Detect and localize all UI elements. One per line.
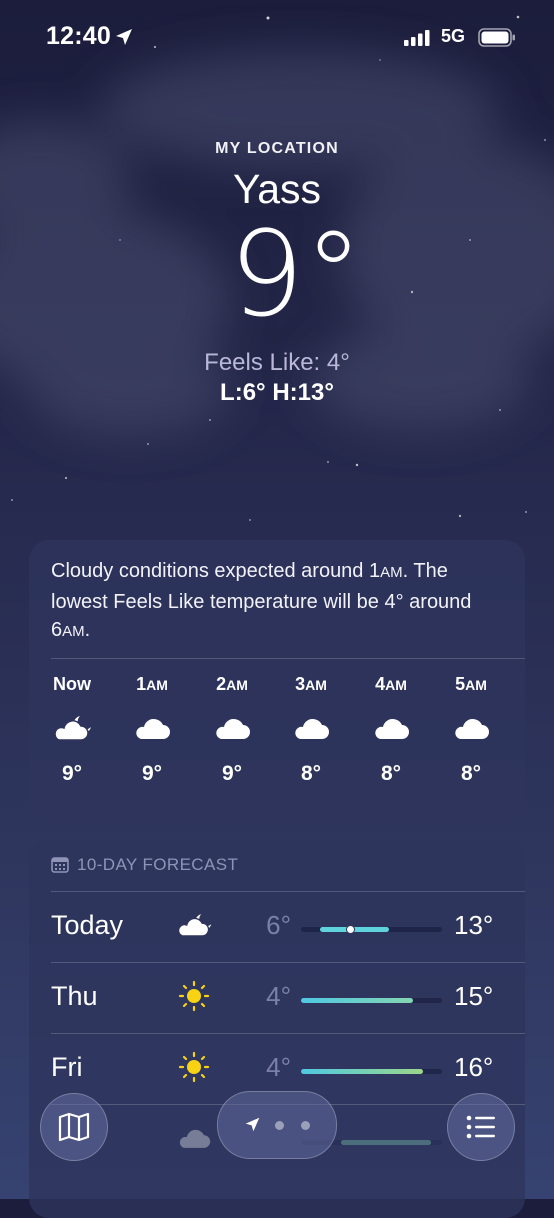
- temperature-range-fill: [341, 1140, 431, 1145]
- list-icon: [466, 1115, 495, 1139]
- weather-header: MY LOCATION Yass 9° Feels Like: 4° L:6° …: [0, 140, 554, 407]
- hour-column: 2AM 9°: [197, 674, 267, 786]
- location-page-indicator[interactable]: [217, 1091, 337, 1159]
- sun-icon: [174, 979, 214, 1013]
- hour-label: 4AM: [356, 674, 426, 698]
- forecast-low: 6°: [266, 910, 291, 940]
- status-bar: 12:40 5G: [0, 0, 554, 75]
- forecast-header: 10-DAY FORECAST: [51, 854, 238, 876]
- hour-temperature: 9°: [221, 762, 243, 785]
- page-dot: [301, 1121, 310, 1130]
- network-type: 5G: [441, 26, 466, 46]
- hour-temperature: 8°: [460, 762, 482, 785]
- low-high-temperature: L:6° H:13°: [220, 379, 334, 406]
- temperature-range-bar: [301, 998, 442, 1003]
- hour-label: 1AM: [117, 674, 187, 698]
- location-arrow-icon: [116, 29, 132, 45]
- hour-label-text: 3: [295, 674, 306, 694]
- hour-column: 3AM 8°: [276, 674, 346, 786]
- current-temperature-marker: [346, 925, 355, 934]
- hour-label: 3AM: [276, 674, 346, 698]
- hour-label-text: 5: [455, 674, 466, 694]
- forecast-title: 10-DAY FORECAST: [77, 855, 239, 874]
- map-button[interactable]: [40, 1093, 108, 1161]
- sun-icon: [174, 1050, 214, 1084]
- cloud-icon: [117, 698, 187, 758]
- hour-label-text: 1: [136, 674, 147, 694]
- forecast-low: 4°: [266, 981, 291, 1011]
- summary-am-2: AM: [62, 623, 85, 640]
- hour-temperature: 8°: [300, 762, 322, 785]
- calendar-icon: [51, 857, 69, 873]
- hour-label: 5AM: [436, 674, 506, 698]
- hour-temperature: 9°: [61, 762, 83, 785]
- cloud-icon: [174, 1121, 214, 1155]
- status-time: 12:40: [46, 22, 111, 50]
- forecast-day: Thu: [51, 981, 98, 1011]
- hour-label-suffix: AM: [305, 677, 327, 693]
- hour-label: Now: [37, 674, 107, 698]
- forecast-high: 15°: [454, 981, 494, 1011]
- location-label: MY LOCATION: [215, 140, 339, 157]
- forecast-summary: Cloudy conditions expected around 1AM. T…: [51, 557, 506, 647]
- hour-label-suffix: AM: [226, 677, 248, 693]
- forecast-low: 4°: [266, 1052, 291, 1082]
- hourly-forecast-card[interactable]: Cloudy conditions expected around 1AM. T…: [29, 540, 525, 822]
- temperature-range-fill: [301, 998, 413, 1003]
- hour-column: 5AM 8°: [436, 674, 506, 786]
- temperature-range-fill: [301, 1069, 423, 1074]
- partly-cloudy-night-icon: [174, 908, 214, 942]
- hour-label-suffix: AM: [385, 677, 407, 693]
- hour-column: 4AM 8°: [356, 674, 426, 786]
- hour-label-suffix: AM: [465, 677, 487, 693]
- cloud-icon: [197, 698, 267, 758]
- hour-column: Now 9°: [37, 674, 107, 786]
- hour-label-text: Now: [53, 674, 91, 694]
- temperature-range-bar: [301, 1069, 442, 1074]
- hourly-strip[interactable]: Now 9° 1AM 9° 2AM 9° 3AM 8° 4AM 8° 5AM 8…: [29, 674, 525, 814]
- hour-label-suffix: AM: [146, 677, 168, 693]
- hour-label: 2AM: [197, 674, 267, 698]
- cloud-icon: [276, 698, 346, 758]
- temperature-range-bar: [301, 925, 442, 934]
- feels-like-temperature: Feels Like: 4°: [204, 349, 350, 376]
- partly-cloudy-night-icon: [37, 698, 107, 758]
- ten-day-forecast-card[interactable]: 10-DAY FORECAST Today 6° 13° Thu 4° 15° …: [29, 838, 525, 1218]
- forecast-high: 16°: [454, 1052, 494, 1082]
- hour-column: 1AM 9°: [117, 674, 187, 786]
- forecast-day: Today: [51, 910, 124, 940]
- current-temperature: 9°: [228, 205, 364, 343]
- hour-label-text: 4: [375, 674, 386, 694]
- forecast-row-today[interactable]: Today 6° 13°: [29, 892, 525, 962]
- location-arrow-icon: [245, 1117, 260, 1132]
- forecast-day: Fri: [51, 1052, 83, 1082]
- card-divider: [51, 658, 525, 659]
- map-icon: [58, 1112, 90, 1142]
- page-dot: [275, 1121, 284, 1130]
- forecast-high: 13°: [454, 910, 494, 940]
- summary-end: .: [84, 619, 91, 641]
- forecast-row-thu[interactable]: Thu 4° 15°: [29, 963, 525, 1033]
- hour-label-text: 2: [216, 674, 227, 694]
- summary-am-1: AM: [380, 564, 403, 581]
- summary-text-1: Cloudy conditions expected around 1: [51, 560, 381, 582]
- cloud-icon: [436, 698, 506, 758]
- hour-temperature: 8°: [380, 762, 402, 785]
- cellular-signal-icon: [404, 30, 430, 46]
- locations-list-button[interactable]: [447, 1093, 515, 1161]
- battery-icon: [478, 28, 515, 47]
- hour-temperature: 9°: [141, 762, 163, 785]
- cloud-icon: [356, 698, 426, 758]
